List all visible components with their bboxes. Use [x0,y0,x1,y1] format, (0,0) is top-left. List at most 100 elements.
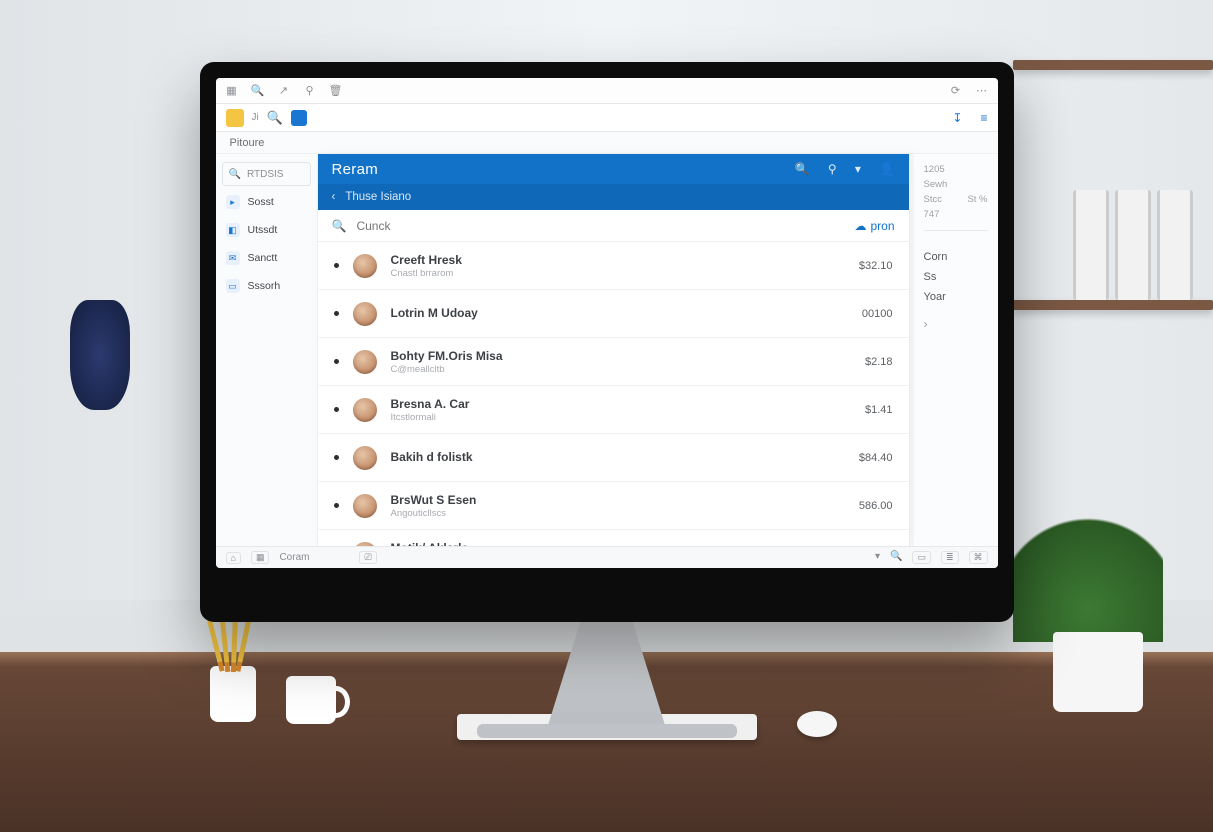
panel-header: Reram 🔍 ⚲ ▾ 👤 ‹ Thuse Isiano [318,154,909,210]
bullet-icon [334,503,339,508]
list-item[interactable]: Creeft Hresk Cnastl brrarom $32.10 [318,242,909,290]
person-icon[interactable]: 👤 [879,162,894,176]
metric-key: Stcc [924,194,942,205]
avatar [353,350,377,374]
overflow-icon[interactable]: ⋯ [976,85,988,97]
main-area: Reram 🔍 ⚲ ▾ 👤 ‹ Thuse Isiano [318,154,998,546]
status-chip-icon[interactable]: ⌘ [969,551,988,564]
bullet-icon [334,311,339,316]
breadcrumb[interactable]: Thuse Isiano [345,191,411,203]
right-rail: 1205 Sewh StccSt % 747 Corn Ss Yoar › [914,154,998,546]
list-item[interactable]: Bohty FM.Oris Misa C@meallcltb $2.18 [318,338,909,386]
sidebar: 🔍 RTDSIS ▸ Sosst ◧ Utssdt ✉ Sanctt ▭ [216,154,318,546]
tab-active[interactable]: Pitoure [230,137,265,149]
avatar [353,398,377,422]
grid-icon[interactable]: ▦ [226,85,238,97]
share-icon[interactable]: ↗ [278,85,290,97]
sidebar-item-label: Sosst [248,196,274,208]
sidebar-item-label: Sanctt [248,252,278,264]
bullet-icon [334,359,339,364]
sidebar-search-placeholder: RTDSIS [247,169,284,180]
bullet-icon [334,407,339,412]
row-amount: $2.18 [865,356,893,368]
row-name: Bresna A. Car [391,397,470,411]
status-bar: ⌂ ▦ Coram ⎚ ▾ 🔍 ▭ ≣ ⌘ [216,546,998,568]
status-label: Coram [279,552,309,563]
search-icon: 🔍 [229,169,241,180]
pin-icon[interactable]: ⚲ [304,85,316,97]
sidebar-item-2[interactable]: ✉ Sanctt [222,246,311,270]
chat-icon: ◧ [226,223,240,237]
panel-search-input[interactable] [356,219,844,233]
list-item[interactable]: BrsWut S Esen Angouticllscs 586.00 [318,482,909,530]
mail-icon: ✉ [226,251,240,265]
chevron-right-icon[interactable]: › [924,317,988,331]
row-subtitle: Angouticllscs [391,508,477,519]
row-name: Lotrin M Udoay [391,306,478,320]
sync-status[interactable]: ☁ pron [854,219,894,233]
app-window: ▦ 🔍 ↗ ⚲ 🗑 ⟳ ⋯ Ji 🔍 ↧ ≡ Pitoure 🔍 [216,78,998,568]
search-icon[interactable]: 🔍 [252,85,264,97]
status-chip-icon[interactable]: ≣ [941,551,959,564]
titlebar-toolbar: ▦ 🔍 ↗ ⚲ 🗑 ⟳ ⋯ [216,78,998,104]
row-subtitle: Itcstlormali [391,412,470,423]
monitor: ▦ 🔍 ↗ ⚲ 🗑 ⟳ ⋯ Ji 🔍 ↧ ≡ Pitoure 🔍 [200,62,1014,622]
folder-icon: ▸ [226,195,240,209]
refresh-icon[interactable]: ⟳ [950,85,962,97]
rail-link[interactable]: Corn [924,251,988,263]
header-search-icon[interactable]: 🔍 [795,162,810,176]
status-search-icon[interactable]: 🔍 [890,551,902,564]
rail-link[interactable]: Yoar [924,291,988,303]
app-tile-blue-icon[interactable] [291,110,307,126]
sidebar-search[interactable]: 🔍 RTDSIS [222,162,311,186]
chevron-down-icon[interactable]: ▾ [855,162,861,176]
avatar [353,302,377,326]
contact-list: Creeft Hresk Cnastl brrarom $32.10 Lotri… [318,242,909,568]
sidebar-item-0[interactable]: ▸ Sosst [222,190,311,214]
avatar [353,494,377,518]
list-item[interactable]: Bresna A. Car Itcstlormali $1.41 [318,386,909,434]
status-chip-icon[interactable]: ▭ [912,551,931,564]
bullet-icon [334,455,339,460]
trash-icon[interactable]: 🗑 [330,85,342,97]
row-name: Creeft Hresk [391,253,462,267]
scroll-down-icon[interactable]: ▾ [875,551,880,564]
avatar [353,254,377,278]
bullet-icon [334,263,339,268]
list-item[interactable]: Lotrin M Udoay 00100 [318,290,909,338]
toolbar-search-icon[interactable]: 🔍 [267,110,283,126]
sidebar-item-3[interactable]: ▭ Sssorh [222,274,311,298]
search-icon: 🔍 [332,219,347,233]
list-item[interactable]: Bakih d folistk $84.40 [318,434,909,482]
cloud-icon: ☁ [854,219,866,233]
row-subtitle: C@meallcltb [391,364,503,375]
sidebar-item-label: Sssorh [248,280,281,292]
sync-label: pron [870,219,894,233]
sync-arrow-icon[interactable]: ↧ [952,111,962,125]
row-name: Bohty FM.Oris Misa [391,349,503,363]
filter-icon[interactable]: ⚲ [828,162,837,176]
tab-bar: Pitoure [216,132,998,154]
row-amount: 00100 [862,308,893,320]
rail-link[interactable]: Ss [924,271,988,283]
panel-title: Reram [332,161,379,178]
row-amount: 586.00 [859,500,893,512]
row-name: BrsWut S Esen [391,493,477,507]
row-subtitle: Cnastl brrarom [391,268,462,279]
list-panel: Reram 🔍 ⚲ ▾ 👤 ‹ Thuse Isiano [318,154,910,546]
status-chip-icon[interactable]: ⌂ [226,552,241,564]
row-amount: $1.41 [865,404,893,416]
status-chip-icon[interactable]: ▦ [251,551,270,564]
app-tile-yellow-icon[interactable] [226,109,244,127]
metric-key: 747 [924,209,940,220]
back-chevron-icon[interactable]: ‹ [332,191,336,203]
mouse [797,711,837,737]
secondary-toolbar: Ji 🔍 ↧ ≡ [216,104,998,132]
row-amount: $32.10 [859,260,893,272]
toolbar-pill[interactable]: Ji [252,112,259,123]
panel-search-bar[interactable]: 🔍 ☁ pron [318,210,909,242]
sidebar-item-1[interactable]: ◧ Utssdt [222,218,311,242]
menu-icon[interactable]: ≡ [980,111,987,125]
status-chip-icon[interactable]: ⎚ [359,551,376,564]
metric-key: Sewh [924,179,948,190]
